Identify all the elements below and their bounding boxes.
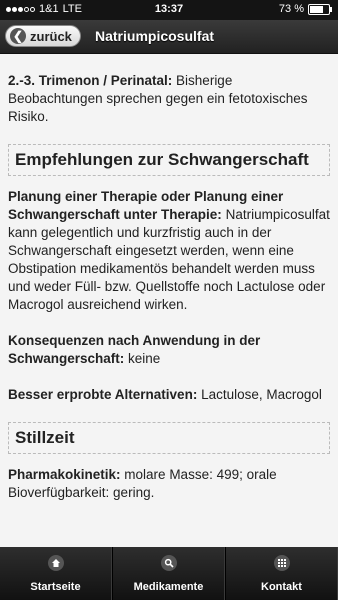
planung-text: Natriumpicosulfat kann gelegentlich und … [8, 207, 330, 312]
home-icon [47, 554, 64, 571]
search-icon [160, 554, 177, 571]
nav-label: Medikamente [133, 580, 204, 593]
bottom-navbar: Startseite Medikamente Kontakt [0, 547, 338, 600]
arrow-left-icon: ❮ [10, 28, 26, 44]
trimenon-label: 2.-3. Trimenon / Perinatal: [8, 73, 173, 88]
alternativen-text: Lactulose, Macrogol [197, 387, 322, 402]
section-heading-lactation: Stillzeit [8, 422, 330, 454]
konsequenzen-paragraph: Konsequenzen nach Anwendung in der Schwa… [8, 332, 330, 368]
alternativen-paragraph: Besser erprobte Alternativen: Lactulose,… [8, 386, 330, 404]
section-heading-pregnancy: Empfehlungen zur Schwangerschaft [8, 144, 330, 176]
nav-medikamente[interactable]: Medikamente [112, 547, 225, 600]
grid-icon [273, 554, 290, 571]
planung-paragraph: Planung einer Therapie oder Planung eine… [8, 188, 330, 314]
nav-label: Startseite [30, 580, 81, 593]
alternativen-label: Besser erprobte Alternativen: [8, 387, 198, 402]
nav-kontakt[interactable]: Kontakt [225, 547, 338, 600]
pharmako-label: Pharmakokinetik: [8, 467, 121, 482]
app-header: ❮ zurück Natriumpicosulfat [0, 20, 338, 54]
back-button[interactable]: ❮ zurück [5, 25, 81, 47]
content-area[interactable]: 2.-3. Trimenon / Perinatal: Bisherige Be… [0, 54, 338, 547]
status-right: 73 % [278, 3, 332, 15]
battery-percent: 73 % [278, 3, 304, 15]
status-bar: 1&1 LTE 13:37 73 % [0, 0, 338, 20]
konsequenzen-text: keine [124, 351, 161, 366]
page-title: Natriumpicosulfat [95, 28, 215, 44]
battery-icon [308, 3, 332, 15]
back-label: zurück [30, 28, 72, 44]
trimenon-paragraph: 2.-3. Trimenon / Perinatal: Bisherige Be… [8, 72, 330, 126]
nav-startseite[interactable]: Startseite [0, 547, 112, 600]
nav-label: Kontakt [261, 580, 302, 593]
pharmako-paragraph: Pharmakokinetik: molare Masse: 499; oral… [8, 466, 330, 502]
